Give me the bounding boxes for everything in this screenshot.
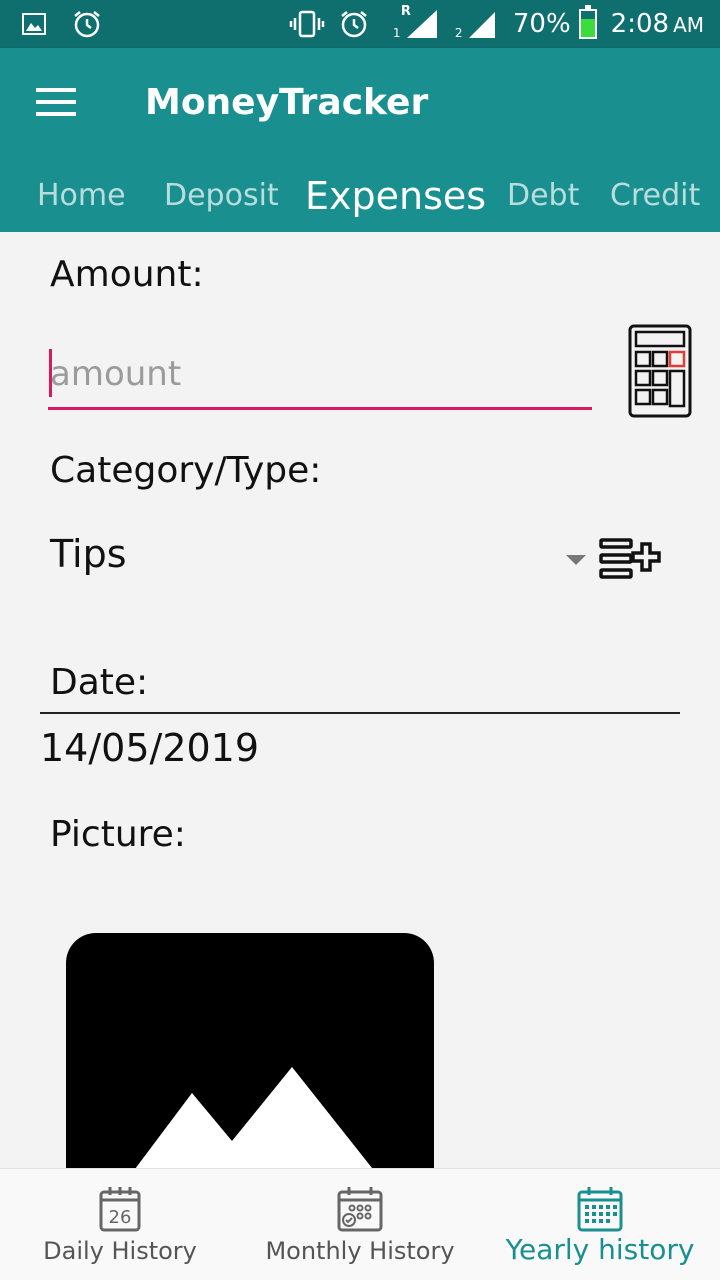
clock: 2:08 AM: [611, 9, 704, 39]
tab-debt[interactable]: Debt: [507, 160, 579, 232]
tab-home[interactable]: Home: [37, 160, 126, 232]
date-divider: [40, 712, 680, 714]
signal-icon: [468, 12, 495, 38]
nav-daily-history[interactable]: 26 Daily History: [0, 1169, 240, 1280]
calendar-day-icon: 26: [99, 1187, 141, 1232]
vibrate-icon: [289, 10, 325, 38]
status-bar: R 1 2 70% 2:08 AM: [0, 0, 720, 48]
dropdown-arrow-icon: [566, 555, 586, 565]
bottom-navigation: 26 Daily History Monthly History Yearly …: [0, 1168, 720, 1280]
battery-icon: [578, 5, 597, 39]
sim1-number: 1: [392, 26, 401, 40]
app-title: MoneyTracker: [145, 82, 429, 123]
amount-label: Amount:: [50, 254, 204, 295]
battery-percent: 70%: [512, 9, 571, 39]
signal-icon: [406, 10, 437, 38]
tab-bar: Home Deposit Expenses Debt Credit: [0, 160, 720, 232]
tab-credit[interactable]: Credit: [610, 160, 700, 232]
category-label: Category/Type:: [50, 450, 322, 491]
gallery-icon: [22, 13, 46, 35]
nav-yearly-history[interactable]: Yearly history: [480, 1169, 720, 1280]
alarm-icon: [74, 11, 100, 38]
text-cursor: [49, 349, 52, 397]
nav-label: Yearly history: [505, 1233, 695, 1266]
category-selected-value: Tips: [50, 532, 127, 576]
date-value[interactable]: 14/05/2019: [40, 726, 259, 770]
clock-ampm: AM: [673, 13, 704, 37]
sim2-number: 2: [454, 26, 463, 40]
calendar-month-icon: [337, 1187, 383, 1232]
calendar-day-number: 26: [109, 1207, 132, 1228]
calculator-icon[interactable]: [628, 324, 692, 418]
picture-label: Picture:: [50, 814, 186, 855]
image-placeholder-icon: [132, 1067, 376, 1173]
nav-label: Daily History: [43, 1237, 197, 1265]
nav-monthly-history[interactable]: Monthly History: [240, 1169, 480, 1280]
sim2-signal: 2: [455, 6, 499, 42]
date-label: Date:: [50, 662, 149, 703]
calendar-year-icon: [577, 1187, 623, 1232]
app-bar: MoneyTracker: [0, 48, 720, 160]
clock-time: 2:08: [610, 9, 670, 39]
hamburger-menu-icon[interactable]: [36, 88, 76, 118]
nav-label: Monthly History: [265, 1237, 455, 1265]
picture-placeholder[interactable]: [66, 933, 434, 1173]
tab-deposit[interactable]: Deposit: [164, 160, 279, 232]
alarm-icon: [341, 11, 367, 38]
tab-expenses[interactable]: Expenses: [305, 160, 486, 232]
sim1-signal: R 1: [392, 4, 441, 42]
add-category-icon[interactable]: [598, 536, 662, 582]
amount-input[interactable]: [48, 340, 592, 410]
